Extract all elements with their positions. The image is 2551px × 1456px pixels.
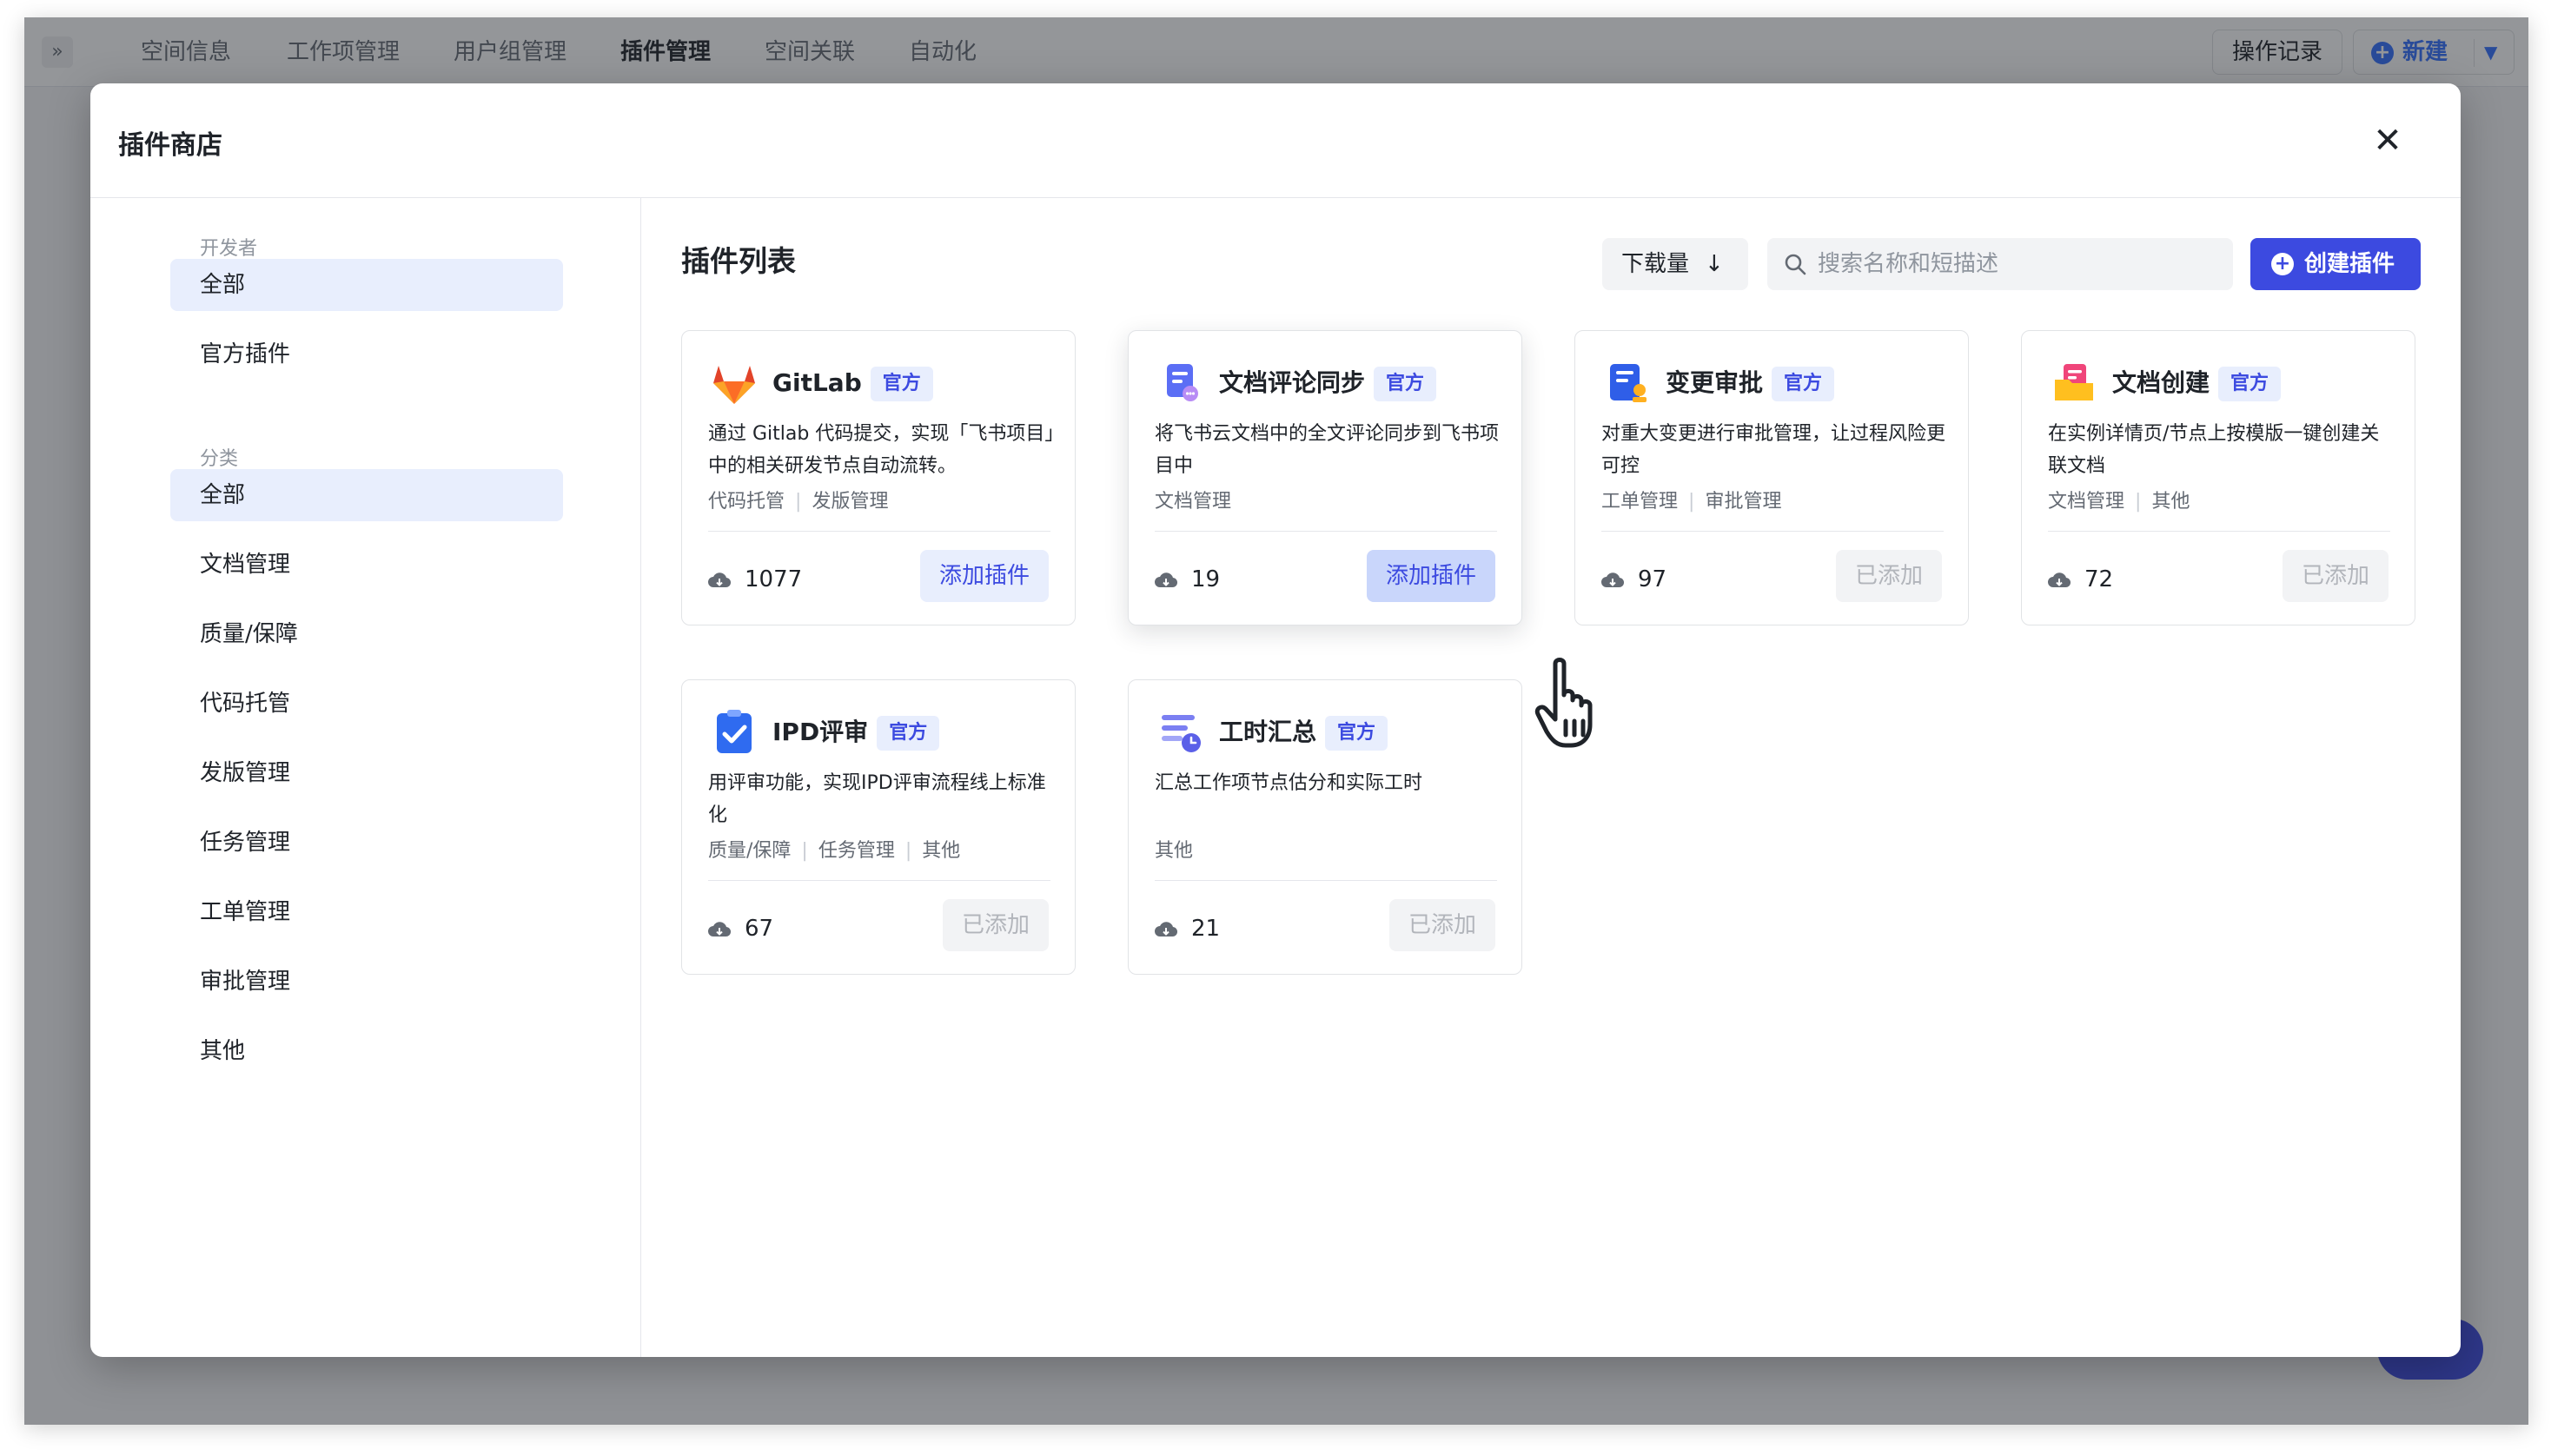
filter-sidebar: 开发者 全部 官方插件 分类 全部 文档管理 质量/保障 代码托管 发版管理 任… xyxy=(90,198,641,1357)
divider xyxy=(1155,531,1497,532)
gitlab-icon xyxy=(713,366,755,404)
added-status-button: 已添加 xyxy=(1388,899,1495,951)
arrow-down-icon: ↓ xyxy=(1705,251,1724,277)
change-approval-icon xyxy=(1610,364,1647,402)
official-badge: 官方 xyxy=(2218,367,2282,401)
search-input[interactable] xyxy=(1818,238,2217,290)
plugin-name: 文档评论同步 官方 xyxy=(1219,366,1437,401)
doc-comment-sync-icon xyxy=(1167,364,1198,401)
plugin-name: GitLab 官方 xyxy=(772,366,933,401)
filter-category-all[interactable]: 全部 xyxy=(170,469,563,521)
filter-category-release[interactable]: 发版管理 xyxy=(170,747,563,799)
hand-pointer-cursor-icon xyxy=(1534,658,1593,748)
plugin-card-gitlab[interactable]: GitLab 官方 通过 Gitlab 代码提交，实现「飞书项目」中的相关研发节点… xyxy=(681,330,1076,625)
filter-developer-all[interactable]: 全部 xyxy=(170,259,563,311)
modal-header: 插件商店 ✕ xyxy=(90,83,2461,198)
official-badge: 官方 xyxy=(870,367,933,401)
divider xyxy=(1601,531,1944,532)
doc-create-icon xyxy=(2055,364,2093,400)
divider xyxy=(708,880,1050,881)
download-count: 1077 xyxy=(745,566,803,592)
added-status-button: 已添加 xyxy=(942,899,1049,951)
plugin-description: 用评审功能，实现IPD评审流程线上标准化 xyxy=(708,772,1046,826)
add-plugin-button[interactable]: 添加插件 xyxy=(919,550,1049,602)
cloud-download-icon xyxy=(2048,572,2071,588)
cloud-download-icon xyxy=(1155,922,1177,937)
plugin-card-doc-create[interactable]: 文档创建 官方 在实例详情页/节点上按模版一键创建关联文档 文档管理 | 其他 72 … xyxy=(2021,330,2415,625)
filter-category-other[interactable]: 其他 xyxy=(170,1025,563,1077)
plugin-tags: 文档管理 | 其他 xyxy=(2048,491,2190,513)
search-box[interactable] xyxy=(1767,238,2233,290)
plugin-description: 通过 Gitlab 代码提交，实现「飞书项目」中的相关研发节点自动流转。 xyxy=(708,423,1055,477)
create-plugin-label: 创建插件 xyxy=(2304,251,2395,277)
developer-heading: 开发者 xyxy=(200,238,258,260)
plugin-tags: 代码托管 | 发版管理 xyxy=(708,491,889,513)
plugin-tags: 其他 xyxy=(1155,840,1194,862)
plugin-card-worktime-summary[interactable]: 工时汇总 官方 汇总工作项节点估分和实际工时 其他 21 已添加 xyxy=(1128,679,1522,975)
filter-category-quality[interactable]: 质量/保障 xyxy=(170,608,563,660)
plugin-description: 汇总工作项节点估分和实际工时 xyxy=(1155,772,1423,794)
create-plugin-button[interactable]: + 创建插件 xyxy=(2250,238,2421,290)
download-count: 97 xyxy=(1638,566,1667,592)
plugin-description: 在实例详情页/节点上按模版一键创建关联文档 xyxy=(2048,423,2380,477)
filter-category-ticket[interactable]: 工单管理 xyxy=(170,886,563,938)
official-badge: 官方 xyxy=(1374,367,1437,401)
cloud-download-icon xyxy=(708,572,731,588)
filter-category-task[interactable]: 任务管理 xyxy=(170,817,563,869)
plugin-tags: 工单管理 | 审批管理 xyxy=(1601,491,1782,513)
worktime-summary-icon xyxy=(1162,715,1201,752)
plugin-tags: 文档管理 xyxy=(1155,491,1232,513)
plugin-name: 工时汇总 官方 xyxy=(1219,715,1388,751)
cloud-download-icon xyxy=(1155,572,1177,588)
divider xyxy=(708,531,1050,532)
divider xyxy=(1155,880,1497,881)
add-plugin-button[interactable]: 添加插件 xyxy=(1366,550,1495,602)
official-badge: 官方 xyxy=(1772,367,1835,401)
modal-title: 插件商店 xyxy=(118,130,222,161)
download-count: 72 xyxy=(2084,566,2114,592)
filter-category-code[interactable]: 代码托管 xyxy=(170,678,563,730)
filter-category-doc[interactable]: 文档管理 xyxy=(170,539,563,591)
official-badge: 官方 xyxy=(877,716,940,751)
plugin-tags: 质量/保障 | 任务管理 | 其他 xyxy=(708,840,961,862)
plugin-list-title: 插件列表 xyxy=(681,244,796,278)
added-status-button: 已添加 xyxy=(1835,550,1942,602)
added-status-button: 已添加 xyxy=(2282,550,2389,602)
plugin-name: IPD评审 官方 xyxy=(772,715,940,751)
plugin-name: 变更审批 官方 xyxy=(1666,366,1835,401)
plugin-description: 对重大变更进行审批管理，让过程风险更可控 xyxy=(1601,423,1946,477)
cloud-download-icon xyxy=(1601,572,1624,588)
cloud-download-icon xyxy=(708,922,731,937)
filter-category-approval[interactable]: 审批管理 xyxy=(170,956,563,1008)
plugin-name: 文档创建 官方 xyxy=(2112,366,2282,401)
plugin-description: 将飞书云文档中的全文评论同步到飞书项目中 xyxy=(1155,423,1500,477)
sort-button[interactable]: 下载量 ↓ xyxy=(1602,238,1748,290)
close-icon[interactable]: ✕ xyxy=(2367,120,2409,162)
plugin-store-modal: 插件商店 ✕ 开发者 全部 官方插件 分类 全部 文档管理 质量/保障 代码托管… xyxy=(90,83,2461,1357)
divider xyxy=(2048,531,2390,532)
official-badge: 官方 xyxy=(1325,716,1388,751)
category-heading: 分类 xyxy=(200,448,239,470)
download-count: 67 xyxy=(745,916,774,942)
filter-developer-official[interactable]: 官方插件 xyxy=(170,328,563,381)
ipd-review-icon xyxy=(717,710,752,753)
download-count: 19 xyxy=(1191,566,1221,592)
sort-label: 下载量 xyxy=(1621,251,1690,277)
plugin-card-change-approval[interactable]: 变更审批 官方 对重大变更进行审批管理，让过程风险更可控 工单管理 | 审批管理 97… xyxy=(1574,330,1969,625)
download-count: 21 xyxy=(1191,916,1221,942)
plus-icon: + xyxy=(2271,253,2294,275)
search-icon xyxy=(1785,254,1806,275)
plugin-card-ipd-review[interactable]: IPD评审 官方 用评审功能，实现IPD评审流程线上标准化 质量/保障 | 任务管理 |… xyxy=(681,679,1076,975)
plugin-card-doc-comment-sync[interactable]: 文档评论同步 官方 将飞书云文档中的全文评论同步到飞书项目中 文档管理 19 添加… xyxy=(1128,330,1522,625)
